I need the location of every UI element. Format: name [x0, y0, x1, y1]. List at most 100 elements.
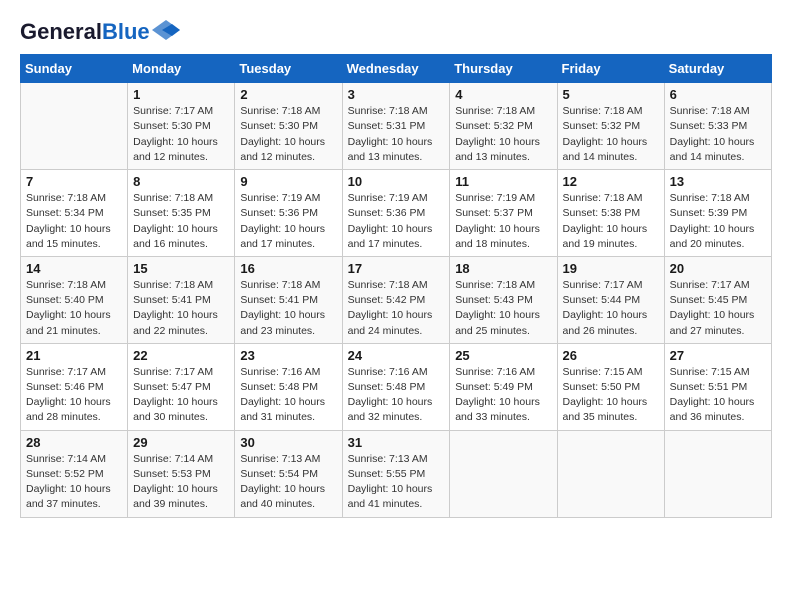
header-monday: Monday [128, 55, 235, 83]
day-number: 16 [240, 261, 336, 276]
day-number: 13 [670, 174, 766, 189]
day-cell: 21 Sunrise: 7:17 AMSunset: 5:46 PMDayligh… [21, 343, 128, 430]
day-number: 7 [26, 174, 122, 189]
day-info: Sunrise: 7:18 AMSunset: 5:40 PMDaylight:… [26, 278, 122, 339]
day-info: Sunrise: 7:18 AMSunset: 5:32 PMDaylight:… [455, 104, 551, 165]
day-info: Sunrise: 7:14 AMSunset: 5:52 PMDaylight:… [26, 452, 122, 513]
day-cell: 24 Sunrise: 7:16 AMSunset: 5:48 PMDayligh… [342, 343, 450, 430]
day-cell: 19Sunrise: 7:17 AMSunset: 5:44 PMDayligh… [557, 256, 664, 343]
day-info: Sunrise: 7:18 AMSunset: 5:31 PMDaylight:… [348, 104, 445, 165]
day-cell: 29 Sunrise: 7:14 AMSunset: 5:53 PMDayligh… [128, 430, 235, 517]
day-info: Sunrise: 7:18 AMSunset: 5:33 PMDaylight:… [670, 104, 766, 165]
header-friday: Friday [557, 55, 664, 83]
calendar-table: SundayMondayTuesdayWednesdayThursdayFrid… [20, 54, 772, 517]
week-row-4: 21 Sunrise: 7:17 AMSunset: 5:46 PMDayligh… [21, 343, 772, 430]
day-cell: 13 Sunrise: 7:18 AMSunset: 5:39 PMDayligh… [664, 170, 771, 257]
header-saturday: Saturday [664, 55, 771, 83]
day-number: 4 [455, 87, 551, 102]
day-number: 30 [240, 435, 336, 450]
week-row-3: 14Sunrise: 7:18 AMSunset: 5:40 PMDayligh… [21, 256, 772, 343]
day-info: Sunrise: 7:17 AMSunset: 5:47 PMDaylight:… [133, 365, 229, 426]
day-info: Sunrise: 7:19 AMSunset: 5:36 PMDaylight:… [348, 191, 445, 252]
day-number: 6 [670, 87, 766, 102]
day-info: Sunrise: 7:18 AMSunset: 5:38 PMDaylight:… [563, 191, 659, 252]
day-number: 2 [240, 87, 336, 102]
day-cell: 18Sunrise: 7:18 AMSunset: 5:43 PMDayligh… [450, 256, 557, 343]
day-cell [557, 430, 664, 517]
day-cell: 10 Sunrise: 7:19 AMSunset: 5:36 PMDayligh… [342, 170, 450, 257]
day-number: 8 [133, 174, 229, 189]
day-cell: 22 Sunrise: 7:17 AMSunset: 5:47 PMDayligh… [128, 343, 235, 430]
day-number: 24 [348, 348, 445, 363]
day-cell: 31 Sunrise: 7:13 AMSunset: 5:55 PMDayligh… [342, 430, 450, 517]
day-info: Sunrise: 7:17 AMSunset: 5:45 PMDaylight:… [670, 278, 766, 339]
day-cell: 15 Sunrise: 7:18 AMSunset: 5:41 PMDayligh… [128, 256, 235, 343]
day-cell: 14Sunrise: 7:18 AMSunset: 5:40 PMDayligh… [21, 256, 128, 343]
day-number: 26 [563, 348, 659, 363]
day-cell: 23Sunrise: 7:16 AMSunset: 5:48 PMDayligh… [235, 343, 342, 430]
day-cell: 26 Sunrise: 7:15 AMSunset: 5:50 PMDayligh… [557, 343, 664, 430]
page-header: GeneralBlue [20, 20, 772, 44]
day-info: Sunrise: 7:18 AMSunset: 5:32 PMDaylight:… [563, 104, 659, 165]
day-number: 12 [563, 174, 659, 189]
day-number: 15 [133, 261, 229, 276]
day-info: Sunrise: 7:18 AMSunset: 5:41 PMDaylight:… [240, 278, 336, 339]
day-info: Sunrise: 7:18 AMSunset: 5:39 PMDaylight:… [670, 191, 766, 252]
day-cell: 16 Sunrise: 7:18 AMSunset: 5:41 PMDayligh… [235, 256, 342, 343]
day-number: 1 [133, 87, 229, 102]
day-number: 27 [670, 348, 766, 363]
day-number: 31 [348, 435, 445, 450]
day-number: 22 [133, 348, 229, 363]
day-cell: 3 Sunrise: 7:18 AMSunset: 5:31 PMDaylight… [342, 83, 450, 170]
week-row-2: 7 Sunrise: 7:18 AMSunset: 5:34 PMDaylight… [21, 170, 772, 257]
day-info: Sunrise: 7:19 AMSunset: 5:37 PMDaylight:… [455, 191, 551, 252]
day-info: Sunrise: 7:15 AMSunset: 5:50 PMDaylight:… [563, 365, 659, 426]
day-info: Sunrise: 7:17 AMSunset: 5:30 PMDaylight:… [133, 104, 229, 165]
day-cell: 30Sunrise: 7:13 AMSunset: 5:54 PMDayligh… [235, 430, 342, 517]
day-cell: 11 Sunrise: 7:19 AMSunset: 5:37 PMDayligh… [450, 170, 557, 257]
day-info: Sunrise: 7:16 AMSunset: 5:49 PMDaylight:… [455, 365, 551, 426]
day-info: Sunrise: 7:18 AMSunset: 5:34 PMDaylight:… [26, 191, 122, 252]
day-cell: 17 Sunrise: 7:18 AMSunset: 5:42 PMDayligh… [342, 256, 450, 343]
header-wednesday: Wednesday [342, 55, 450, 83]
day-number: 20 [670, 261, 766, 276]
day-info: Sunrise: 7:16 AMSunset: 5:48 PMDaylight:… [240, 365, 336, 426]
day-number: 17 [348, 261, 445, 276]
day-cell: 20 Sunrise: 7:17 AMSunset: 5:45 PMDayligh… [664, 256, 771, 343]
day-info: Sunrise: 7:16 AMSunset: 5:48 PMDaylight:… [348, 365, 445, 426]
day-cell: 8Sunrise: 7:18 AMSunset: 5:35 PMDaylight… [128, 170, 235, 257]
logo: GeneralBlue [20, 20, 180, 44]
day-cell: 12 Sunrise: 7:18 AMSunset: 5:38 PMDayligh… [557, 170, 664, 257]
day-number: 28 [26, 435, 122, 450]
day-number: 21 [26, 348, 122, 363]
day-number: 3 [348, 87, 445, 102]
day-cell: 5 Sunrise: 7:18 AMSunset: 5:32 PMDaylight… [557, 83, 664, 170]
header-thursday: Thursday [450, 55, 557, 83]
day-cell: 9 Sunrise: 7:19 AMSunset: 5:36 PMDaylight… [235, 170, 342, 257]
day-cell: 2 Sunrise: 7:18 AMSunset: 5:30 PMDaylight… [235, 83, 342, 170]
day-cell [450, 430, 557, 517]
day-number: 10 [348, 174, 445, 189]
day-cell: 27Sunrise: 7:15 AMSunset: 5:51 PMDayligh… [664, 343, 771, 430]
day-cell [21, 83, 128, 170]
day-info: Sunrise: 7:13 AMSunset: 5:55 PMDaylight:… [348, 452, 445, 513]
day-number: 5 [563, 87, 659, 102]
day-cell: 6 Sunrise: 7:18 AMSunset: 5:33 PMDaylight… [664, 83, 771, 170]
day-info: Sunrise: 7:18 AMSunset: 5:42 PMDaylight:… [348, 278, 445, 339]
day-info: Sunrise: 7:17 AMSunset: 5:44 PMDaylight:… [563, 278, 659, 339]
day-number: 11 [455, 174, 551, 189]
day-info: Sunrise: 7:14 AMSunset: 5:53 PMDaylight:… [133, 452, 229, 513]
day-cell [664, 430, 771, 517]
day-info: Sunrise: 7:18 AMSunset: 5:41 PMDaylight:… [133, 278, 229, 339]
day-info: Sunrise: 7:18 AMSunset: 5:43 PMDaylight:… [455, 278, 551, 339]
logo-text: GeneralBlue [20, 20, 150, 44]
day-info: Sunrise: 7:18 AMSunset: 5:30 PMDaylight:… [240, 104, 336, 165]
day-cell: 28 Sunrise: 7:14 AMSunset: 5:52 PMDayligh… [21, 430, 128, 517]
day-info: Sunrise: 7:17 AMSunset: 5:46 PMDaylight:… [26, 365, 122, 426]
day-cell: 4 Sunrise: 7:18 AMSunset: 5:32 PMDaylight… [450, 83, 557, 170]
day-number: 25 [455, 348, 551, 363]
calendar-header-row: SundayMondayTuesdayWednesdayThursdayFrid… [21, 55, 772, 83]
day-number: 9 [240, 174, 336, 189]
day-info: Sunrise: 7:19 AMSunset: 5:36 PMDaylight:… [240, 191, 336, 252]
day-number: 29 [133, 435, 229, 450]
